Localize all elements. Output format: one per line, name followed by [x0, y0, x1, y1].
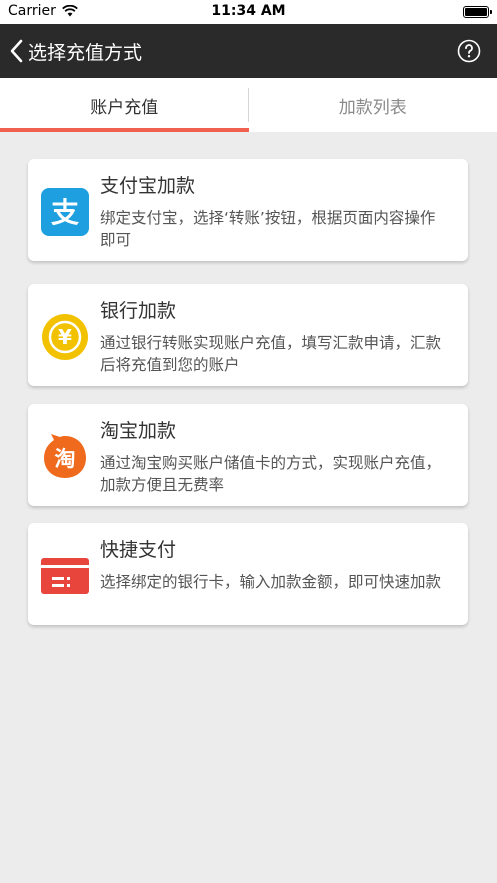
- method-card-alipay[interactable]: 支 支付宝加款 绑定支付宝，选择‘转账’按钮，根据页面内容操作即可: [28, 159, 468, 261]
- method-title: 快捷支付: [100, 539, 177, 561]
- tab-account-recharge[interactable]: 账户充值: [0, 78, 249, 132]
- bank-card-icon: [40, 551, 90, 601]
- tab-label: 账户充值: [90, 97, 159, 118]
- taobao-icon: 淘: [40, 432, 90, 482]
- status-time: 11:34 AM: [211, 3, 286, 19]
- method-desc: 选择绑定的银行卡，输入加款金额，即可快速加款: [100, 573, 442, 591]
- page-title: 选择充值方式: [28, 41, 143, 64]
- battery-icon: [463, 6, 492, 18]
- tab-divider: [248, 88, 249, 122]
- yen-coin-icon: ¥: [40, 312, 90, 362]
- taobao-glyph: 淘: [55, 447, 76, 471]
- alipay-icon: 支: [40, 187, 90, 237]
- tab-label: 加款列表: [338, 97, 407, 118]
- coin-logo: ¥: [42, 314, 88, 360]
- method-card-bank[interactable]: ¥ 银行加款 通过银行转账实现账户充值，填写汇款申请，汇款后将充值到您的账户: [28, 284, 468, 386]
- card-logo: [41, 558, 89, 594]
- help-icon[interactable]: [457, 39, 481, 63]
- status-bar: Carrier 11:34 AM: [0, 0, 497, 24]
- taobao-logo: 淘: [44, 434, 86, 478]
- method-title: 银行加款: [100, 300, 177, 322]
- tab-funding-list[interactable]: 加款列表: [249, 78, 497, 132]
- alipay-logo: 支: [41, 188, 89, 236]
- back-button[interactable]: 选择充值方式: [10, 35, 142, 67]
- navigation-bar: 选择充值方式: [0, 24, 497, 78]
- chevron-left-icon: [10, 39, 23, 63]
- method-desc: 通过银行转账实现账户充值，填写汇款申请，汇款后将充值到您的账户: [100, 334, 442, 374]
- method-desc: 绑定支付宝，选择‘转账’按钮，根据页面内容操作即可: [100, 209, 436, 249]
- alipay-glyph: 支: [51, 196, 79, 229]
- method-card-quick-pay[interactable]: 快捷支付 选择绑定的银行卡，输入加款金额，即可快速加款: [28, 523, 468, 625]
- method-title: 淘宝加款: [100, 420, 177, 442]
- method-desc: 通过淘宝购买账户储值卡的方式，实现账户充值，加款方便且无费率: [100, 454, 442, 494]
- method-card-taobao[interactable]: 淘 淘宝加款 通过淘宝购买账户储值卡的方式，实现账户充值，加款方便且无费率: [28, 404, 468, 506]
- yen-glyph: ¥: [58, 325, 72, 349]
- method-title: 支付宝加款: [100, 175, 196, 197]
- tab-bar: 账户充值 加款列表: [0, 78, 497, 132]
